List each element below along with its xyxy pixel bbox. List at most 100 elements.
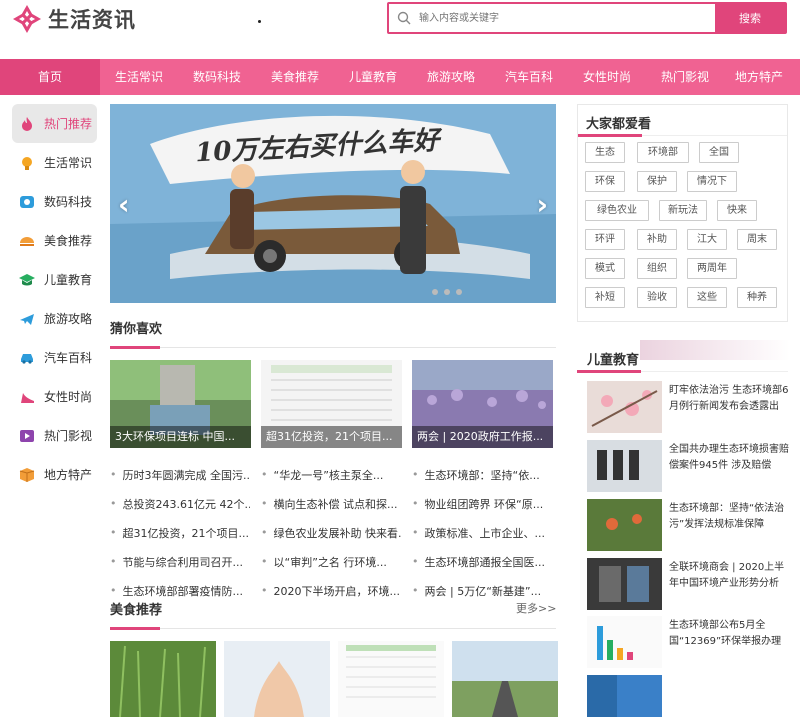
logo-text: 生活资讯 [48,8,136,32]
kids-news-item[interactable]: 生态环境部公布5月全国“12369”环保举报办理 [587,616,787,668]
tag[interactable]: 快来 [717,200,757,221]
search-button[interactable]: 搜索 [715,4,785,32]
news-link[interactable]: 总投资243.61亿元 42个... [110,489,251,518]
sidebar-item-fashion[interactable]: 女性时尚 [12,377,97,416]
guess-title: 猜你喜欢 [110,322,163,337]
news-link[interactable]: 超31亿投资，21个项目... [110,518,250,547]
tag[interactable]: 绿色农业 [585,200,649,221]
kids-news-item[interactable] [587,675,787,717]
tag[interactable]: 情况下 [687,171,737,192]
news-link[interactable]: 2020下半场开启，环境... [261,576,401,605]
news-link[interactable]: 物业组团跨界 环保“原... [412,489,552,518]
news-link[interactable]: 绿色农业发展补助 快来看... [261,518,402,547]
news-link[interactable]: 以“审判”之名 行环境... [261,547,401,576]
sidebar-item-life[interactable]: 生活常识 [12,143,97,182]
food-thumb[interactable] [224,641,330,717]
nav-car[interactable]: 汽车百科 [490,59,568,95]
camera-icon [18,193,36,211]
nav-food[interactable]: 美食推荐 [256,59,334,95]
nav-specialty[interactable]: 地方特产 [724,59,794,95]
food-title: 美食推荐 [110,603,163,618]
news-link[interactable]: 生态环境部：坚持“依... [412,460,552,489]
more-link[interactable]: 更多>> [516,600,556,616]
flower-logo-icon [12,4,42,34]
sidebar: 热门推荐 生活常识 数码科技 美食推荐 儿童教育 旅游攻略 汽车百科 女性时尚 … [12,104,97,494]
banner-dot[interactable] [444,289,450,295]
food-divider [110,627,556,630]
search-input[interactable] [419,4,715,32]
guess-card[interactable]: 两会 | 2020政府工作报... [412,360,553,448]
food-image [224,641,330,717]
banner-dot[interactable] [432,289,438,295]
sidebar-item-kids[interactable]: 儿童教育 [12,260,97,299]
nav-life[interactable]: 生活常识 [100,59,178,95]
tag[interactable]: 全国 [699,142,739,163]
main-nav: 首页 生活常识 数码科技 美食推荐 儿童教育 旅游攻略 汽车百科 女性时尚 热门… [0,59,800,95]
tag[interactable]: 种养 [737,287,777,308]
sidebar-item-specialty[interactable]: 地方特产 [12,455,97,494]
tag[interactable]: 这些 [687,287,727,308]
tag[interactable]: 验收 [637,287,677,308]
sidebar-item-label: 数码科技 [44,195,93,209]
kids-news-item[interactable]: 全国共办理生态环境损害赔偿案件945件 涉及赔偿 [587,440,789,492]
tag[interactable]: 补助 [637,229,677,250]
sidebar-item-label: 儿童教育 [44,273,93,287]
nav-home[interactable]: 首页 [0,59,100,95]
news-link[interactable]: 政策标准、上市企业、... [412,518,552,547]
news-list: “华龙一号”核主泵全... 横向生态补偿 试点和探... 绿色农业发展补助 快来… [261,460,402,605]
card-caption: 3大环保项目连标 中国... [110,426,251,448]
news-list: 历时3年圆满完成 全国污... 总投资243.61亿元 42个... 超31亿投… [110,460,251,605]
banner-next-arrow[interactable]: › [536,188,548,221]
tag[interactable]: 两周年 [687,258,737,279]
news-link[interactable]: “华龙一号”核主泵全... [261,460,401,489]
sidebar-item-label: 旅游攻略 [44,312,93,326]
kids-thumb [587,381,662,433]
logo[interactable]: 生活资讯 [12,4,136,34]
kids-news-item[interactable]: 全联环境商会 | 2020上半年中国环境产业形势分析 [587,558,787,610]
banner-prev-arrow[interactable]: ‹ [118,188,130,221]
kids-news-item[interactable]: 盯牢依法治污 生态环境部6月例行新闻发布会透露出 [587,381,789,433]
tag[interactable]: 周末 [737,229,777,250]
tag[interactable]: 环保 [585,171,625,192]
sidebar-item-car[interactable]: 汽车百科 [12,338,97,377]
banner-carousel[interactable]: 10万左右买什么车好 ‹ › [110,104,556,303]
tag[interactable]: 江大 [687,229,727,250]
news-link[interactable]: 历时3年圆满完成 全国污... [110,460,251,489]
search-icon [389,4,419,32]
kids-news-item[interactable]: 生态环境部：坚持“依法治污”发挥法规标准保障 [587,499,787,551]
tag[interactable]: 模式 [585,258,625,279]
sidebar-item-movies[interactable]: 热门影视 [12,416,97,455]
card-caption: 超31亿投资，21个项目... [261,426,402,448]
guess-card[interactable]: 3大环保项目连标 中国... [110,360,251,448]
sidebar-item-food[interactable]: 美食推荐 [12,221,97,260]
guess-card[interactable]: 超31亿投资，21个项目... [261,360,402,448]
news-link[interactable]: 节能与综合利用司召开... [110,547,250,576]
nav-fashion[interactable]: 女性时尚 [568,59,646,95]
banner-dots [432,289,462,295]
news-link[interactable]: 横向生态补偿 试点和探... [261,489,401,518]
food-thumb[interactable] [338,641,444,717]
nav-kids[interactable]: 儿童教育 [334,59,412,95]
tag[interactable]: 新玩法 [659,200,707,221]
food-image [338,641,444,717]
food-thumb[interactable] [452,641,558,717]
tag[interactable]: 组织 [637,258,677,279]
tag[interactable]: 补短 [585,287,625,308]
tag[interactable]: 环评 [585,229,625,250]
nav-movies[interactable]: 热门影视 [646,59,724,95]
sidebar-item-hot[interactable]: 热门推荐 [12,104,97,143]
sidebar-item-digital[interactable]: 数码科技 [12,182,97,221]
banner-dot[interactable] [456,289,462,295]
nav-digital[interactable]: 数码科技 [178,59,256,95]
nav-travel[interactable]: 旅游攻略 [412,59,490,95]
popular-panel: 大家都爱看 生态 环境部 全国 环保 保护 情况下 绿色农业 新玩法 快来 环评… [577,104,788,322]
search-bar: 搜索 [387,2,787,34]
sidebar-item-travel[interactable]: 旅游攻略 [12,299,97,338]
tag[interactable]: 环境部 [637,142,689,163]
tag[interactable]: 生态 [585,142,625,163]
news-list: 生态环境部：坚持“依... 物业组团跨界 环保“原... 政策标准、上市企业、.… [412,460,552,605]
news-link[interactable]: 生态环境部通报全国医... [412,547,552,576]
food-thumb[interactable] [110,641,216,717]
tag[interactable]: 保护 [637,171,677,192]
guess-divider [110,346,556,349]
